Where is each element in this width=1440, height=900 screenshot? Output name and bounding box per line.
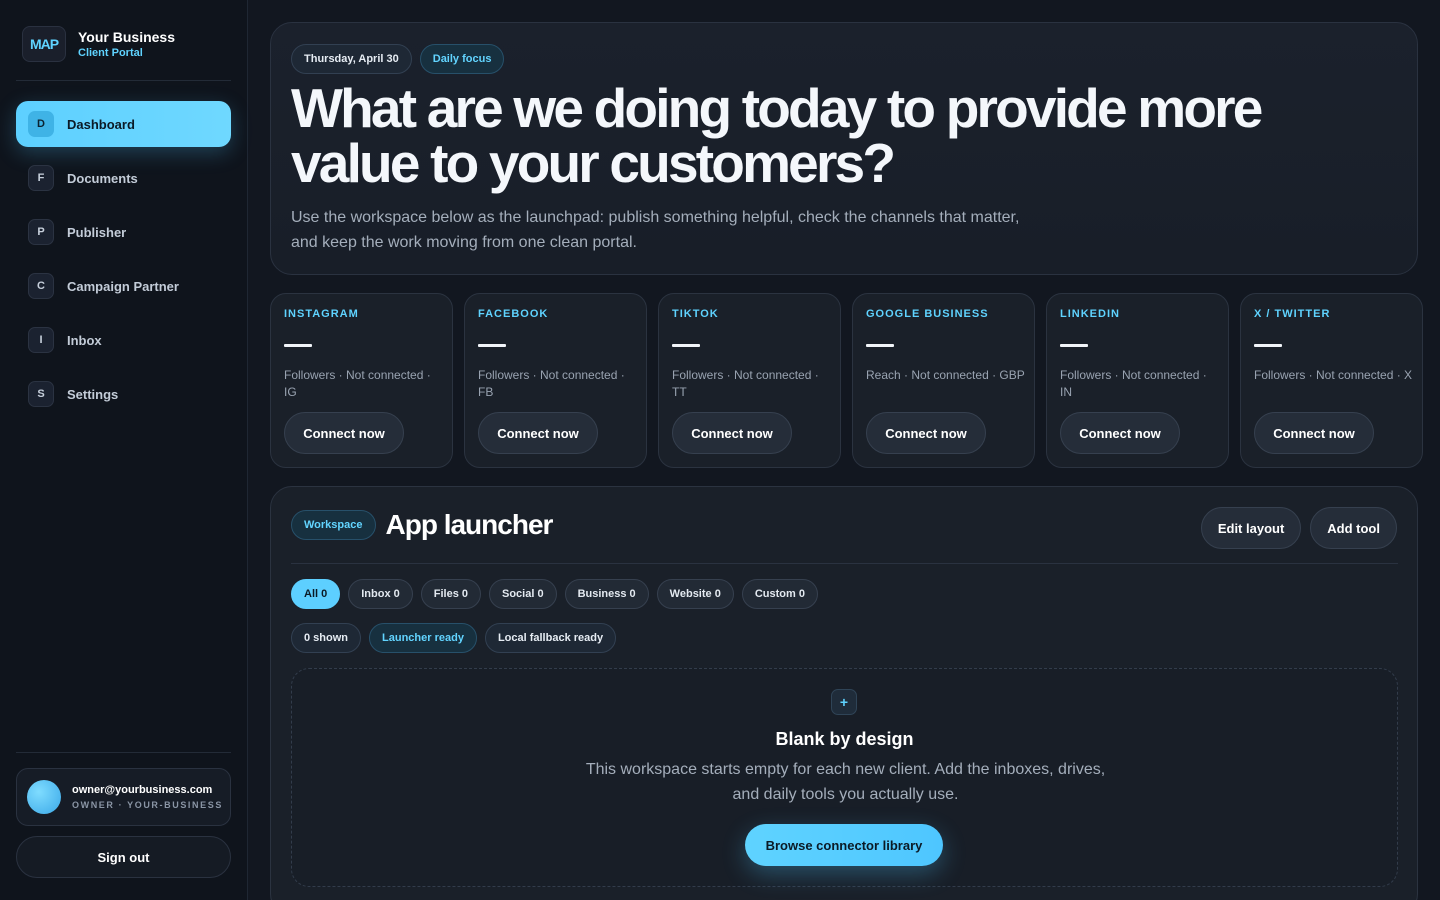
shown-count-badge: 0 shown — [291, 623, 362, 653]
channel-name: X / TWITTER — [1254, 308, 1331, 320]
sidebar-item-label: Documents — [67, 170, 138, 186]
plus-icon[interactable]: + — [831, 689, 857, 715]
filter-inbox[interactable]: Inbox 0 — [348, 579, 413, 609]
filter-chips: All 0 Inbox 0 Files 0 Social 0 Business … — [291, 579, 818, 609]
filter-business[interactable]: Business 0 — [564, 579, 649, 609]
daily-focus-badge: Daily focus — [419, 44, 505, 74]
add-tool-button[interactable]: Add tool — [1310, 507, 1397, 549]
connect-linkedin-button[interactable]: Connect now — [1060, 412, 1180, 454]
connect-tiktok-button[interactable]: Connect now — [672, 412, 792, 454]
app-launcher-panel: Workspace App launcher Edit layout Add t… — [270, 486, 1418, 900]
avatar — [27, 780, 61, 814]
channel-meta: Followers · Not connected · X — [1254, 368, 1413, 382]
channel-name: GOOGLE BUSINESS — [866, 308, 989, 320]
channel-value-placeholder — [1060, 344, 1088, 347]
documents-icon: F — [28, 165, 54, 191]
connect-instagram-button[interactable]: Connect now — [284, 412, 404, 454]
channel-value-placeholder — [1254, 344, 1282, 347]
channel-value-placeholder — [478, 344, 506, 347]
channel-name: LINKEDIN — [1060, 308, 1120, 320]
sidebar-item-settings[interactable]: S Settings — [16, 371, 231, 417]
launcher-divider — [291, 563, 1398, 564]
empty-state-description: This workspace starts empty for each new… — [585, 761, 1106, 803]
channel-name: TIKTOK — [672, 308, 719, 320]
sidebar-item-label: Settings — [67, 386, 119, 402]
browse-connector-library-button[interactable]: Browse connector library — [745, 824, 943, 866]
launcher-title: App launcher — [385, 509, 554, 540]
dashboard-icon: D — [28, 111, 54, 137]
channel-meta: Followers · Not connected · FB — [478, 368, 625, 399]
status-badges: 0 shown Launcher ready Local fallback re… — [291, 623, 617, 653]
sidebar-item-inbox[interactable]: I Inbox — [16, 317, 231, 363]
edit-layout-button[interactable]: Edit layout — [1200, 507, 1302, 549]
brand-title: Your Business — [78, 29, 175, 45]
brand[interactable]: MAP Your Business Client Portal — [22, 26, 175, 62]
channel-meta: Reach · Not connected · GBP — [866, 368, 1025, 382]
channel-value-placeholder — [672, 344, 700, 347]
channel-card-x-twitter: X / TWITTER Followers · Not connected · … — [1240, 293, 1423, 468]
sidebar-item-campaign-partner[interactable]: C Campaign Partner — [16, 263, 231, 309]
date-badge: Thursday, April 30 — [291, 44, 412, 74]
channel-name: INSTAGRAM — [284, 308, 359, 320]
channel-card-linkedin: LINKEDIN Followers · Not connected · IN … — [1046, 293, 1229, 468]
sidebar-item-label: Inbox — [67, 332, 102, 348]
channel-card-instagram: INSTAGRAM Followers · Not connected · IG… — [270, 293, 453, 468]
connect-x-twitter-button[interactable]: Connect now — [1254, 412, 1374, 454]
filter-custom[interactable]: Custom 0 — [741, 579, 818, 609]
sidebar-item-label: Dashboard — [67, 116, 135, 132]
sidebar-item-dashboard[interactable]: D Dashboard — [16, 101, 231, 147]
campaign-partner-icon: C — [28, 273, 54, 299]
brand-logo: MAP — [22, 26, 66, 62]
settings-icon: S — [28, 381, 54, 407]
channel-card-facebook: FACEBOOK Followers · Not connected · FB … — [464, 293, 647, 468]
user-role: OWNER · YOUR-BUSINESS — [72, 800, 223, 810]
channel-value-placeholder — [284, 344, 312, 347]
hero-panel: Thursday, April 30 Daily focus What are … — [270, 22, 1418, 275]
empty-state: + Blank by design This workspace starts … — [291, 668, 1398, 887]
channel-cards: INSTAGRAM Followers · Not connected · IG… — [270, 293, 1423, 468]
user-email: owner@yourbusiness.com — [72, 784, 213, 796]
page-title: What are we doing today to provide more … — [291, 77, 1263, 194]
channel-card-google-business: GOOGLE BUSINESS Reach · Not connected · … — [852, 293, 1035, 468]
channel-value-placeholder — [866, 344, 894, 347]
filter-files[interactable]: Files 0 — [420, 579, 481, 609]
workspace-badge: Workspace — [291, 510, 376, 540]
channel-meta: Followers · Not connected · TT — [672, 368, 819, 399]
sidebar-item-label: Publisher — [67, 224, 127, 240]
user-card[interactable]: owner@yourbusiness.com OWNER · YOUR-BUSI… — [16, 768, 231, 826]
channel-card-tiktok: TIKTOK Followers · Not connected · TT Co… — [658, 293, 841, 468]
sidebar-nav: D Dashboard F Documents P Publisher C Ca… — [16, 101, 231, 425]
brand-subtitle: Client Portal — [78, 47, 143, 59]
sidebar-divider — [16, 752, 231, 753]
launcher-ready-badge: Launcher ready — [369, 623, 477, 653]
sidebar: MAP Your Business Client Portal D Dashbo… — [0, 0, 248, 900]
local-fallback-badge: Local fallback ready — [484, 623, 617, 653]
connect-facebook-button[interactable]: Connect now — [478, 412, 598, 454]
empty-state-title: Blank by design — [775, 729, 914, 749]
filter-website[interactable]: Website 0 — [656, 579, 734, 609]
sidebar-divider — [16, 80, 231, 81]
hero-description: Use the workspace below as the launchpad… — [291, 209, 1020, 251]
sidebar-item-label: Campaign Partner — [67, 278, 179, 294]
connect-google-business-button[interactable]: Connect now — [866, 412, 986, 454]
publisher-icon: P — [28, 219, 54, 245]
channel-meta: Followers · Not connected · IN — [1060, 368, 1207, 399]
sidebar-item-publisher[interactable]: P Publisher — [16, 209, 231, 255]
filter-all[interactable]: All 0 — [291, 579, 341, 609]
inbox-icon: I — [28, 327, 54, 353]
sign-out-button[interactable]: Sign out — [16, 836, 231, 878]
channel-meta: Followers · Not connected · IG — [284, 368, 431, 399]
sidebar-item-documents[interactable]: F Documents — [16, 155, 231, 201]
filter-social[interactable]: Social 0 — [489, 579, 557, 609]
channel-name: FACEBOOK — [478, 308, 549, 320]
